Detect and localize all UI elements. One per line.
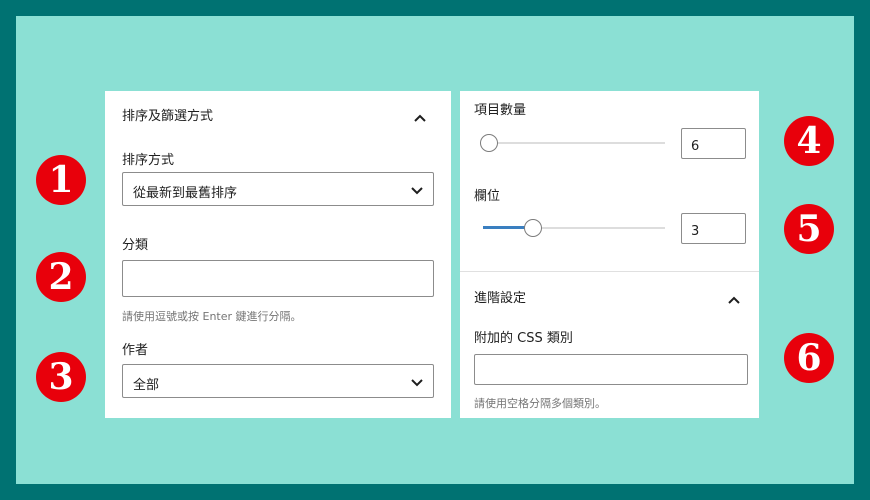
collapse-section-button[interactable] xyxy=(413,108,427,127)
step-badge-2: 2 xyxy=(36,252,86,302)
columns-slider[interactable] xyxy=(483,219,665,237)
columns-slider-thumb[interactable] xyxy=(524,219,542,237)
step-badge-1: 1 xyxy=(36,155,86,205)
columns-label: 欄位 xyxy=(474,189,501,204)
css-class-label: 附加的 CSS 類別 xyxy=(474,331,573,346)
author-select-value: 全部 xyxy=(133,378,160,393)
canvas: 排序及篩選方式 排序方式 從最新到最舊排序 分類 請使用逗號或按 Enter 鍵… xyxy=(16,16,854,484)
category-help-text: 請使用逗號或按 Enter 鍵進行分隔。 xyxy=(122,310,302,323)
settings-panel: 項目數量 6 欄位 3 進階設定 附加的 CSS 類別 請使用空格分隔多個類別。 xyxy=(460,91,759,418)
chevron-up-icon xyxy=(728,296,740,304)
step-badge-5: 5 xyxy=(784,204,834,254)
author-label: 作者 xyxy=(122,343,149,358)
items-count-input[interactable]: 6 xyxy=(681,128,746,159)
step-badge-6: 6 xyxy=(784,333,834,383)
order-label: 排序方式 xyxy=(122,153,175,168)
order-select-value: 從最新到最舊排序 xyxy=(133,186,238,201)
chevron-up-icon xyxy=(414,114,426,122)
author-select[interactable]: 全部 xyxy=(122,364,434,398)
css-class-input[interactable] xyxy=(474,354,748,385)
items-count-slider[interactable] xyxy=(480,134,665,152)
category-input[interactable] xyxy=(122,260,434,297)
items-slider-thumb[interactable] xyxy=(480,134,498,152)
css-class-help-text: 請使用空格分隔多個類別。 xyxy=(474,397,606,410)
items-slider-track xyxy=(480,142,665,144)
columns-input[interactable]: 3 xyxy=(681,213,746,244)
chevron-down-icon xyxy=(411,379,423,387)
section-divider xyxy=(460,271,759,272)
chevron-down-icon xyxy=(411,187,423,195)
category-label: 分類 xyxy=(122,238,149,253)
section-title-sort-filter: 排序及篩選方式 xyxy=(122,109,214,124)
step-badge-3: 3 xyxy=(36,352,86,402)
step-badge-4: 4 xyxy=(784,116,834,166)
order-select[interactable]: 從最新到最舊排序 xyxy=(122,172,434,206)
section-title-advanced: 進階設定 xyxy=(474,291,527,306)
items-count-label: 項目數量 xyxy=(474,103,527,118)
collapse-advanced-button[interactable] xyxy=(727,290,741,309)
sort-filter-panel: 排序及篩選方式 排序方式 從最新到最舊排序 分類 請使用逗號或按 Enter 鍵… xyxy=(105,91,451,418)
items-count-value: 6 xyxy=(691,139,700,154)
columns-value: 3 xyxy=(691,224,700,239)
